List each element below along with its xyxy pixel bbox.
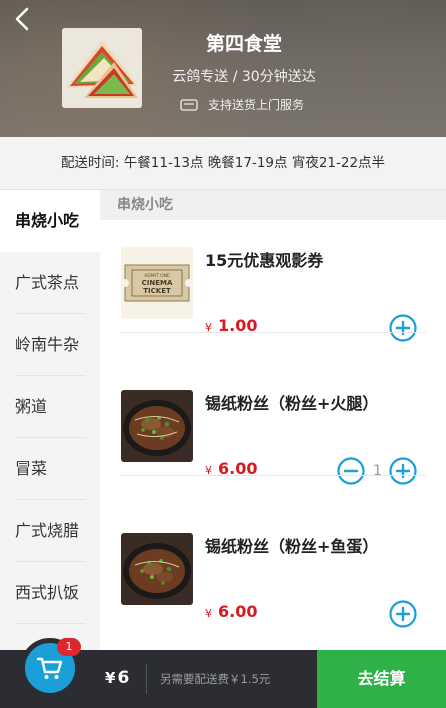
category-item-western-steak[interactable]: 西式扒饭 bbox=[0, 562, 100, 624]
add-to-cart-button[interactable] bbox=[389, 600, 417, 628]
delivery-fee-note: 另需要配送费￥1.5元 bbox=[160, 672, 271, 686]
product-item: 锡纸粉丝（粉丝+鱼蛋） ¥6.00 bbox=[100, 476, 446, 628]
ticket-text-ticket: TICKET bbox=[143, 287, 171, 295]
cart-icon bbox=[36, 657, 63, 679]
total-value: 6 bbox=[117, 668, 130, 688]
service-note: 支持送货上门服务 bbox=[180, 96, 304, 113]
category-menu: 串烧小吃 广式茶点 岭南牛杂 粥道 冒菜 广式烧腊 西式扒饭 bbox=[0, 190, 100, 650]
category-item-roast-meat[interactable]: 广式烧腊 bbox=[0, 500, 100, 562]
product-name: 锡纸粉丝（粉丝+火腿） bbox=[205, 394, 379, 413]
product-item: ADMIT ONE CINEMA TICKET 15元优惠观影券 ¥1.00 bbox=[100, 190, 446, 342]
category-item-maocai[interactable]: 冒菜 bbox=[0, 438, 100, 500]
divider bbox=[146, 664, 147, 694]
price-currency: ¥ bbox=[205, 607, 212, 620]
category-item-chuanshao[interactable]: 串烧小吃 bbox=[0, 190, 100, 252]
price-value: 6.00 bbox=[218, 602, 258, 621]
category-item-beef-offal[interactable]: 岭南牛杂 bbox=[0, 314, 100, 376]
noodle-dish-image bbox=[121, 390, 193, 462]
delivery-info: 云鸽专送 / 30分钟送达 bbox=[172, 69, 316, 85]
product-price: ¥6.00 bbox=[205, 602, 257, 621]
product-item: 锡纸粉丝（粉丝+火腿） ¥6.00 1 bbox=[100, 333, 446, 485]
delivery-time-bar: 配送时间: 午餐11-13点 晚餐17-19点 宵夜21-22点半 bbox=[0, 137, 446, 190]
cinema-ticket-image: ADMIT ONE CINEMA TICKET bbox=[121, 247, 193, 319]
shop-thumbnail bbox=[62, 28, 142, 108]
category-item-congee[interactable]: 粥道 bbox=[0, 376, 100, 438]
delivery-icon bbox=[180, 98, 198, 112]
checkout-button[interactable]: 去结算 bbox=[317, 650, 446, 708]
noodle-dish-image bbox=[121, 533, 193, 605]
total-currency: ¥ bbox=[105, 669, 116, 687]
shop-header: 第四食堂 云鸽专送 / 30分钟送达 支持送货上门服务 bbox=[0, 0, 446, 137]
ticket-text-cinema: CINEMA bbox=[142, 279, 173, 287]
back-icon[interactable] bbox=[10, 6, 36, 32]
cart-count-badge: 1 bbox=[57, 638, 81, 656]
product-list: 串烧小吃 ADMIT ONE CINEMA TICKET 15元优惠观影券 ¥1… bbox=[100, 190, 446, 650]
product-name: 锡纸粉丝（粉丝+鱼蛋） bbox=[205, 537, 379, 556]
product-name: 15元优惠观影券 bbox=[205, 251, 324, 270]
service-note-text: 支持送货上门服务 bbox=[208, 98, 305, 112]
cart-total: ¥6 bbox=[105, 668, 129, 688]
category-item-dimsum[interactable]: 广式茶点 bbox=[0, 252, 100, 314]
shop-name: 第四食堂 bbox=[205, 33, 282, 55]
